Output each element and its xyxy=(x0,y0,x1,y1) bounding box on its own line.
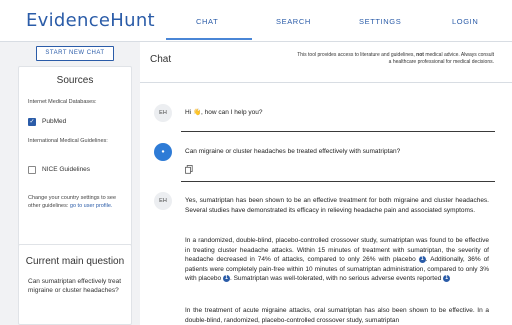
international-guidelines-label: International Medical Guidelines: xyxy=(28,138,108,144)
pubmed-option[interactable]: ✓ PubMed xyxy=(28,117,66,126)
pubmed-checkbox[interactable]: ✓ xyxy=(28,117,36,126)
top-navbar: EvidenceHunt CHAT SEARCH SETTINGS LOGIN xyxy=(0,0,512,42)
internet-databases-label: Internet Medical Databases: xyxy=(28,99,97,105)
answer-paragraph: In a randomized, double-blind, placebo-c… xyxy=(185,236,489,284)
nav-chat[interactable]: CHAT xyxy=(196,17,218,26)
message-separator xyxy=(181,131,495,132)
sources-card: Sources Internet Medical Databases: ✓ Pu… xyxy=(18,66,132,274)
reference-marker[interactable]: 1 xyxy=(418,255,426,263)
greeting-pre: Hi xyxy=(185,109,192,116)
app-logo[interactable]: EvidenceHunt xyxy=(26,10,155,31)
reference-marker[interactable]: 1 xyxy=(443,274,451,282)
current-question-text: Can sumatriptan effectively treat migrai… xyxy=(28,278,122,294)
chat-title: Chat xyxy=(150,54,172,65)
nice-checkbox[interactable] xyxy=(28,165,36,174)
assistant-avatar: EH xyxy=(154,104,172,122)
disclaimer-not: not xyxy=(416,52,424,58)
assistant-avatar: EH xyxy=(154,192,172,210)
pubmed-label: PubMed xyxy=(42,118,67,125)
start-new-chat-button[interactable]: START NEW CHAT xyxy=(36,46,114,61)
disclaimer: This tool provides access to literature … xyxy=(294,52,494,65)
answer-text: . Sumatriptan was well-tolerated, with n… xyxy=(229,275,442,282)
answer-paragraph: In the treatment of acute migraine attac… xyxy=(185,307,489,324)
answer-paragraph: Yes, sumatriptan has been shown to be an… xyxy=(185,197,489,214)
active-tab-indicator xyxy=(166,38,252,40)
greeting-post: , how can I help you? xyxy=(201,109,263,116)
wave-icon: 👋 xyxy=(192,109,202,116)
nav-login[interactable]: LOGIN xyxy=(452,17,478,26)
user-avatar: ● xyxy=(154,143,172,161)
copy-icon[interactable] xyxy=(185,165,193,174)
user-profile-link[interactable]: go to user profile. xyxy=(70,203,113,209)
sidebar: START NEW CHAT Sources Internet Medical … xyxy=(0,42,140,325)
message-separator xyxy=(181,181,495,182)
greeting-message: Hi 👋, how can I help you? xyxy=(185,108,262,118)
header-divider xyxy=(140,82,512,83)
sources-title: Sources xyxy=(56,75,94,86)
reference-marker[interactable]: 1 xyxy=(222,274,230,282)
nav-search[interactable]: SEARCH xyxy=(276,17,311,26)
nice-option[interactable]: NICE Guidelines xyxy=(28,165,90,174)
current-question-title: Current main question xyxy=(25,256,125,267)
nav-settings[interactable]: SETTINGS xyxy=(359,17,401,26)
user-question: Can migraine or cluster headaches be tre… xyxy=(185,148,401,155)
country-settings-note: Change your country settings to see othe… xyxy=(28,194,128,210)
chat-panel: Chat This tool provides access to litera… xyxy=(140,42,512,325)
nice-label: NICE Guidelines xyxy=(42,166,91,173)
current-question-card: Current main question Can sumatriptan ef… xyxy=(18,244,132,325)
disclaimer-pre: This tool provides access to literature … xyxy=(297,52,415,58)
